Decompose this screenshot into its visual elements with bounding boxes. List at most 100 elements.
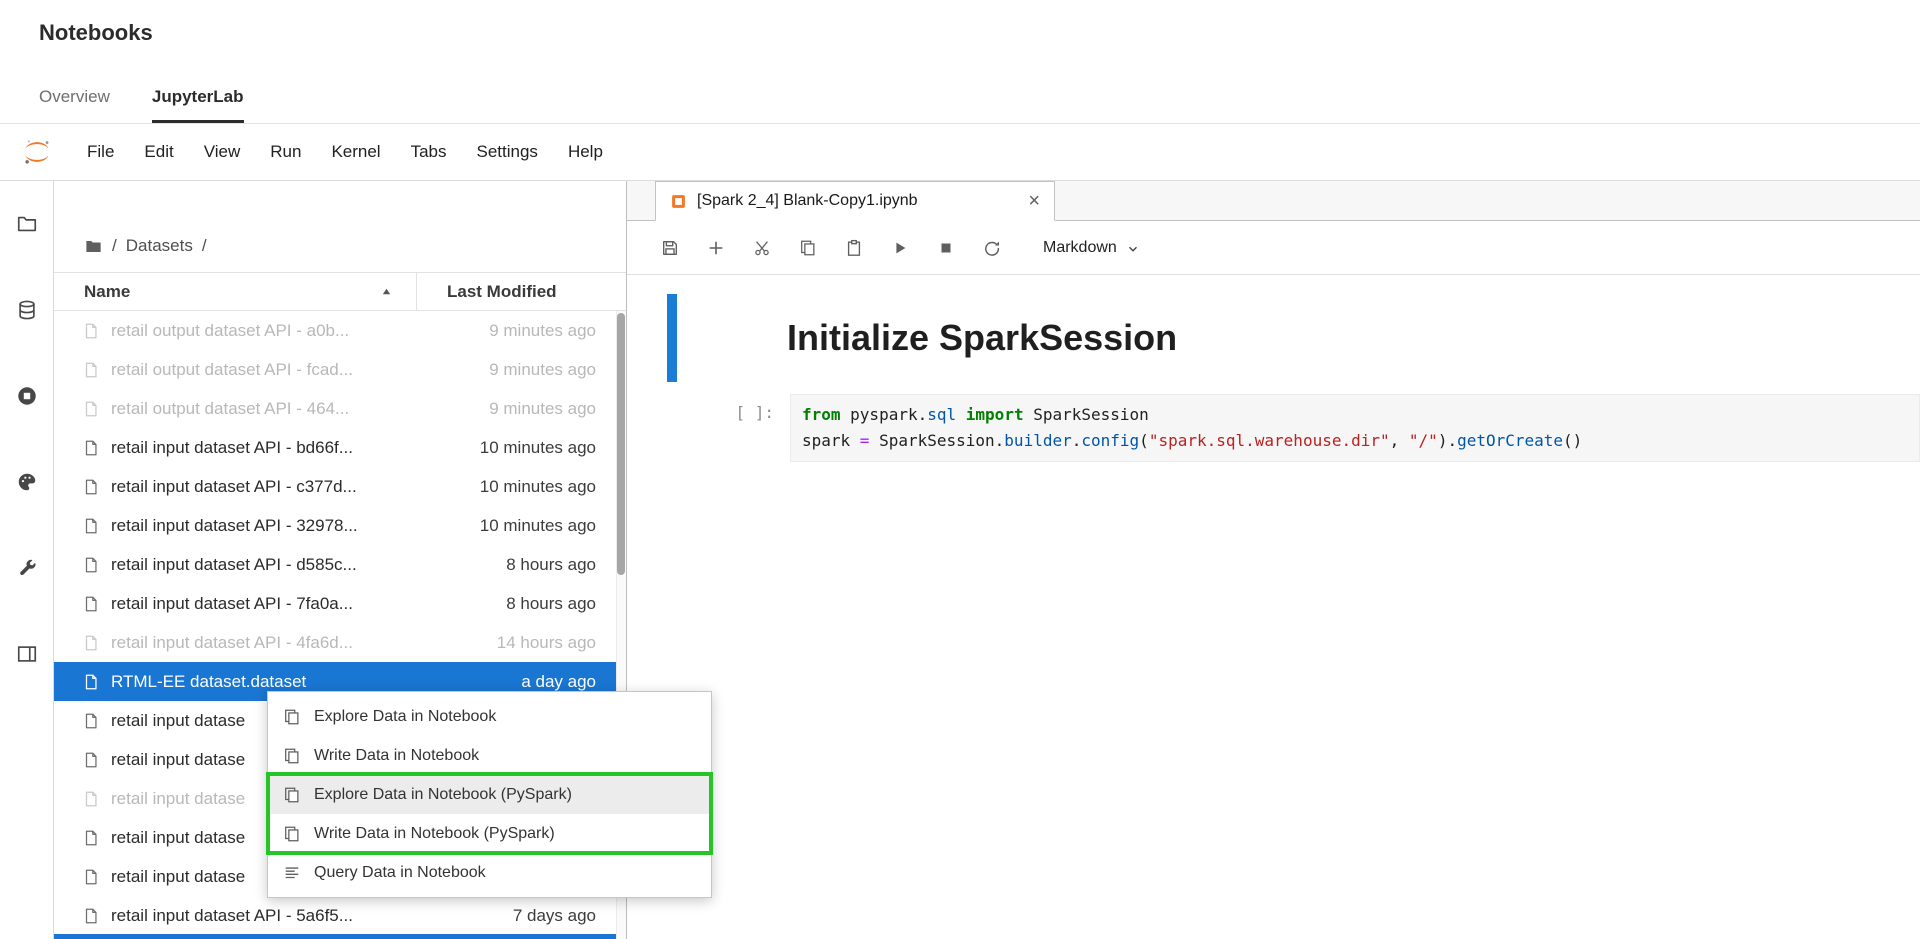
open-tabs-icon bbox=[16, 643, 38, 665]
file-name: retail input dataset API - 7fa0a... bbox=[111, 593, 353, 613]
file-name: RTML-EE dataset.dataset bbox=[111, 671, 307, 691]
run-button[interactable] bbox=[877, 228, 923, 268]
file-row[interactable]: retail input dataset API - 5a6f5... 7 day… bbox=[54, 896, 626, 935]
file-row[interactable]: retail input dataset API - c377d... 10 mi… bbox=[54, 467, 626, 506]
context-menu-item[interactable]: Write Data in Notebook bbox=[268, 736, 711, 775]
top-level-tabs: Overview JupyterLab bbox=[39, 87, 244, 123]
context-menu-item[interactable]: Write Data in Notebook (PySpark) bbox=[268, 814, 711, 853]
cell-type-dropdown[interactable]: Markdown bbox=[1043, 239, 1140, 257]
copy-icon bbox=[283, 825, 301, 843]
partially-visible-selected-row[interactable] bbox=[54, 934, 616, 939]
context-menu-item-label: Explore Data in Notebook (PySpark) bbox=[314, 785, 572, 803]
sidebar-button-open-tabs[interactable] bbox=[0, 611, 53, 697]
copy-icon bbox=[283, 708, 301, 726]
notebook-content: Initialize SparkSession [ ]: from pyspar… bbox=[627, 275, 1920, 939]
folder-icon[interactable] bbox=[84, 237, 103, 256]
save-button[interactable] bbox=[647, 228, 693, 268]
file-row[interactable]: retail output dataset API - a0b... 9 minu… bbox=[54, 311, 626, 350]
menu-help[interactable]: Help bbox=[553, 142, 618, 162]
running-sessions-icon bbox=[16, 385, 38, 407]
file-row[interactable]: retail input dataset API - bd66f... 10 mi… bbox=[54, 428, 626, 467]
file-name: retail output dataset API - fcad... bbox=[111, 359, 353, 379]
app-header: Notebooks Overview JupyterLab bbox=[0, 0, 1920, 124]
file-icon bbox=[82, 907, 100, 925]
file-name: retail output dataset API - 464... bbox=[111, 398, 350, 418]
cell-type-value: Markdown bbox=[1043, 238, 1117, 256]
context-menu-item[interactable]: Explore Data in Notebook bbox=[268, 697, 711, 736]
menu-kernel[interactable]: Kernel bbox=[316, 142, 395, 162]
menu-edit[interactable]: Edit bbox=[129, 142, 188, 162]
context-menu-item-label: Write Data in Notebook bbox=[314, 746, 480, 764]
file-row[interactable]: retail output dataset API - fcad... 9 min… bbox=[54, 350, 626, 389]
insert-icon bbox=[707, 239, 725, 257]
file-row[interactable]: retail input dataset API - d585c... 8 hou… bbox=[54, 545, 626, 584]
menu-file[interactable]: File bbox=[72, 142, 129, 162]
column-header-last-modified[interactable]: Last Modified bbox=[416, 273, 626, 310]
cut-button[interactable] bbox=[739, 228, 785, 268]
tab-jupyterlab[interactable]: JupyterLab bbox=[151, 87, 244, 123]
copy-icon bbox=[283, 786, 301, 804]
file-icon bbox=[82, 361, 100, 379]
context-menu-item-label: Write Data in Notebook (PySpark) bbox=[314, 824, 555, 842]
sidebar-button-folder[interactable] bbox=[0, 181, 53, 267]
run-icon bbox=[891, 239, 909, 257]
file-row[interactable]: retail output dataset API - 464... 9 minu… bbox=[54, 389, 626, 428]
insert-button[interactable] bbox=[693, 228, 739, 268]
scrollbar-thumb[interactable] bbox=[617, 313, 625, 575]
code-cell[interactable]: [ ]: from pyspark.sql import SparkSessio… bbox=[627, 394, 1920, 462]
markdown-heading: Initialize SparkSession bbox=[787, 317, 1178, 358]
notebook-tab-title: [Spark 2_4] Blank-Copy1.ipynb bbox=[697, 192, 918, 209]
notebook-tab[interactable]: [Spark 2_4] Blank-Copy1.ipynb × bbox=[655, 181, 1055, 221]
stop-button[interactable] bbox=[923, 228, 969, 268]
context-menu-item[interactable]: Explore Data in Notebook (PySpark) bbox=[268, 775, 711, 814]
paste-icon bbox=[845, 239, 863, 257]
chevron-down-icon bbox=[1126, 242, 1140, 256]
breadcrumb: / Datasets / bbox=[54, 181, 626, 272]
file-modified: 9 minutes ago bbox=[489, 320, 596, 340]
breadcrumb-separator: / bbox=[112, 236, 117, 255]
notebook-area: [Spark 2_4] Blank-Copy1.ipynb × Markdown… bbox=[627, 181, 1920, 939]
code-editor[interactable]: from pyspark.sql import SparkSession spar… bbox=[790, 394, 1920, 462]
file-modified: 8 hours ago bbox=[506, 593, 596, 613]
context-menu-item-label: Query Data in Notebook bbox=[314, 863, 486, 881]
sidebar-button-palette[interactable] bbox=[0, 439, 53, 525]
left-activity-bar bbox=[0, 181, 54, 939]
file-row[interactable]: retail input dataset API - 7fa0a... 8 hou… bbox=[54, 584, 626, 623]
file-list-header: Name Last Modified bbox=[54, 272, 626, 311]
file-name: retail input dataset API - c377d... bbox=[111, 476, 357, 496]
file-modified: 10 minutes ago bbox=[479, 515, 596, 535]
file-row[interactable]: retail input dataset API - 4fa6d... 14 ho… bbox=[54, 623, 626, 662]
menu-view[interactable]: View bbox=[189, 142, 256, 162]
file-modified: 7 days ago bbox=[512, 905, 596, 925]
file-modified: 10 minutes ago bbox=[479, 476, 596, 496]
markdown-cell[interactable]: Initialize SparkSession bbox=[667, 294, 1177, 382]
file-modified: 14 hours ago bbox=[496, 632, 596, 652]
menu-run[interactable]: Run bbox=[255, 142, 316, 162]
copy-button[interactable] bbox=[785, 228, 831, 268]
context-menu-item[interactable]: Query Data in Notebook bbox=[268, 853, 711, 892]
file-icon bbox=[82, 556, 100, 574]
restart-button[interactable] bbox=[969, 228, 1015, 268]
close-icon[interactable]: × bbox=[1028, 191, 1040, 211]
context-menu: Explore Data in Notebook Write Data in No… bbox=[266, 691, 713, 898]
code-line: from pyspark.sql import SparkSession bbox=[802, 405, 1149, 424]
column-header-name[interactable]: Name bbox=[54, 273, 416, 310]
file-icon bbox=[82, 634, 100, 652]
page-title: Notebooks bbox=[39, 20, 153, 45]
paste-button[interactable] bbox=[831, 228, 877, 268]
sidebar-button-tools[interactable] bbox=[0, 525, 53, 611]
file-icon bbox=[82, 868, 100, 886]
tab-overview[interactable]: Overview bbox=[39, 87, 110, 123]
file-modified: 10 minutes ago bbox=[479, 437, 596, 457]
cell-collapser[interactable] bbox=[667, 294, 677, 382]
file-row[interactable]: retail input dataset API - 32978... 10 mi… bbox=[54, 506, 626, 545]
menu-settings[interactable]: Settings bbox=[462, 142, 553, 162]
menu-tabs[interactable]: Tabs bbox=[396, 142, 462, 162]
sidebar-button-database[interactable] bbox=[0, 267, 53, 353]
sort-asc-icon[interactable] bbox=[381, 286, 392, 297]
sidebar-button-running-sessions[interactable] bbox=[0, 353, 53, 439]
breadcrumb-item-datasets[interactable]: Datasets bbox=[126, 236, 193, 256]
context-menu-item-label: Explore Data in Notebook bbox=[314, 707, 497, 725]
file-icon bbox=[82, 439, 100, 457]
file-name: retail output dataset API - a0b... bbox=[111, 320, 350, 340]
